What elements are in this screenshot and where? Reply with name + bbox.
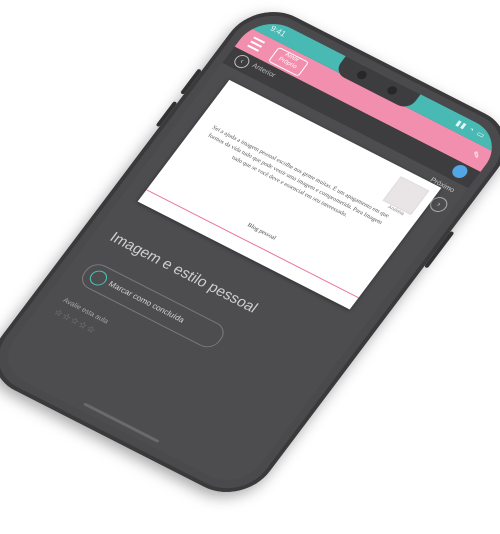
camera-icon [355, 69, 369, 81]
previous-link[interactable]: Anterior [250, 62, 276, 79]
mark-complete-label: Marcar como concluída [106, 279, 187, 325]
menu-icon[interactable] [245, 36, 266, 55]
phone-mockup: 9:41 ▮▮ ◔ ▭ Amor Próprio ✎ ‹ Anterior Pr… [0, 0, 500, 534]
action-fab[interactable] [449, 162, 471, 181]
camera-icon [385, 84, 399, 97]
status-time: 9:41 [268, 23, 288, 39]
edit-icon[interactable]: ✎ [469, 149, 483, 161]
lesson-body: Sei a ajuda a imagem pessoal escolhe nos… [206, 124, 390, 226]
